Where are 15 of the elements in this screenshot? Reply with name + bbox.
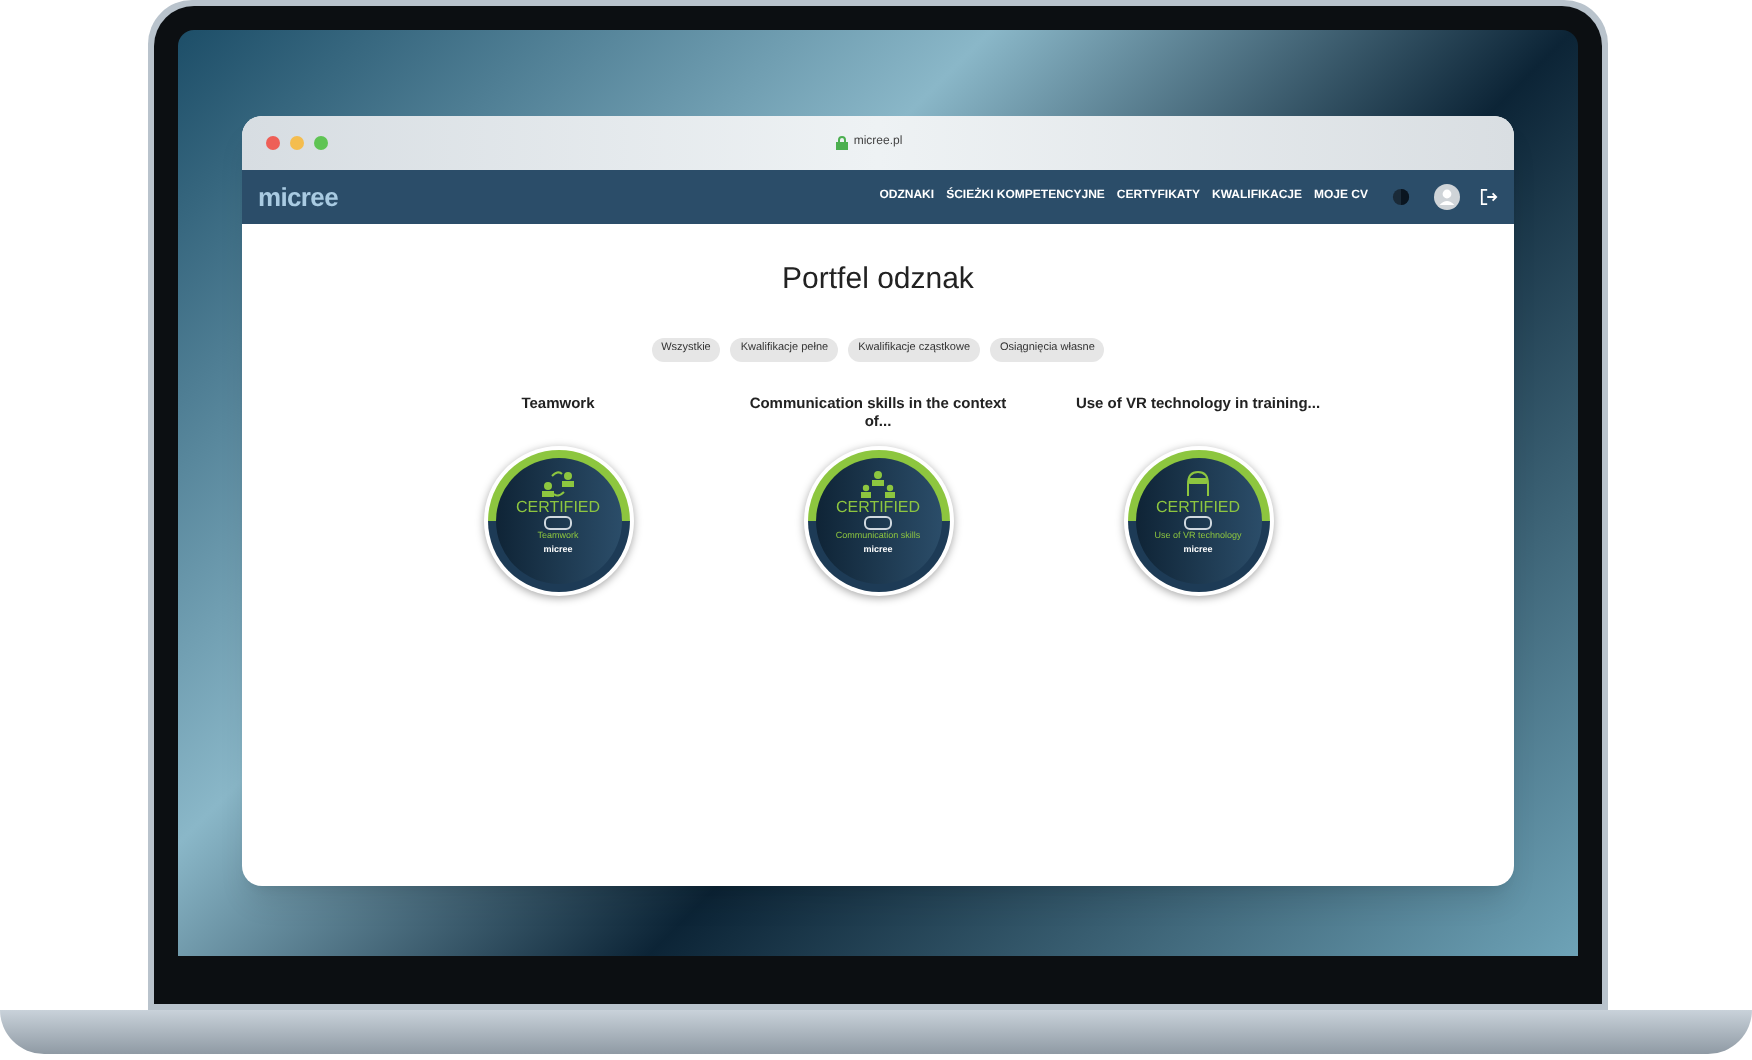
group-icon	[860, 469, 896, 497]
seal-text: CERTIFIED	[1155, 497, 1241, 515]
vr-goggles-icon	[544, 515, 572, 529]
vr-goggles-icon	[864, 515, 892, 529]
contrast-icon[interactable]	[1392, 188, 1410, 206]
head-headset-icon	[1182, 469, 1214, 497]
logo-text[interactable]: micree	[258, 177, 338, 217]
people-exchange-icon	[540, 469, 576, 497]
avatar-icon[interactable]	[1434, 184, 1460, 210]
seal-text: CERTIFIED	[515, 497, 601, 515]
logout-icon[interactable]	[1480, 188, 1498, 206]
page-title: Portfel odznak	[782, 260, 974, 300]
seal-text: CERTIFIED	[835, 497, 921, 515]
lock-icon	[835, 136, 848, 150]
vr-goggles-icon	[1184, 515, 1212, 529]
